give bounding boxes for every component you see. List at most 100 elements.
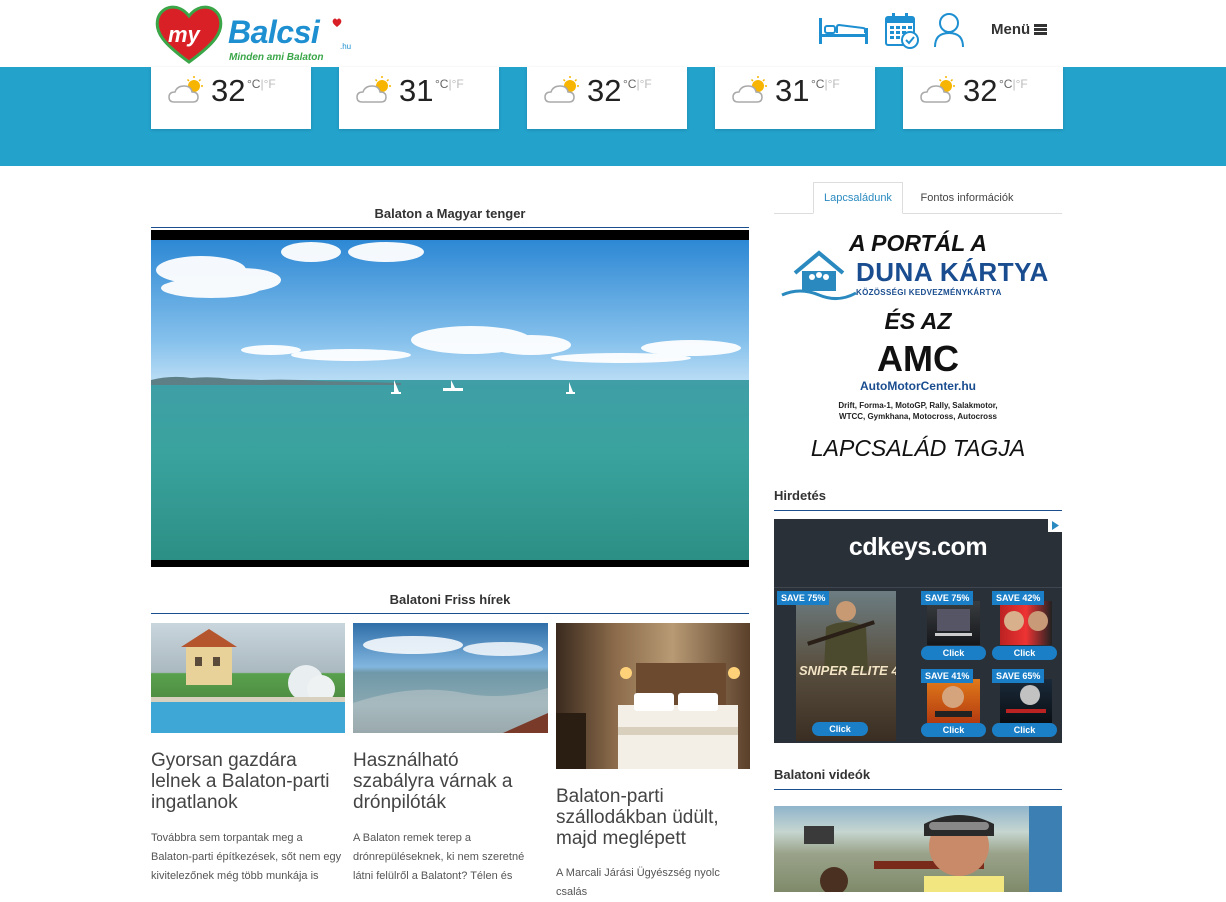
ad-game-title: SNIPER ELITE 4 [799, 663, 896, 678]
ad-section-title: Hirdetés [774, 488, 827, 503]
weather-card[interactable]: 31 °C|°F [339, 67, 499, 129]
news-title[interactable]: Használható szabályra várnak a drónpilóták [353, 750, 553, 813]
news-image-lake[interactable] [353, 623, 548, 733]
logo-brand-text: Balcsi [228, 14, 320, 50]
promo-tagja: LAPCSALÁD TAGJA [810, 435, 1026, 461]
news-image-hotel[interactable] [556, 623, 750, 769]
ad-click-button[interactable]: Click [921, 723, 986, 737]
ad-click-button[interactable]: Click [812, 722, 868, 736]
game-cover-icon [935, 686, 972, 717]
video-thumbnail[interactable] [774, 806, 1062, 892]
weather-unit-toggle[interactable]: °C|°F [999, 77, 1028, 91]
unit-fahrenheit[interactable]: °F [452, 77, 464, 91]
unit-celsius[interactable]: °C [999, 77, 1012, 91]
unit-celsius[interactable]: °C [811, 77, 824, 91]
partly-cloudy-icon [168, 76, 203, 103]
news-title-line: szabályra várnak a [353, 771, 513, 792]
promo-duna-subtitle: KÖZÖSSÉGI KEDVEZMÉNYKÁRTYA [856, 288, 1002, 297]
unit-celsius[interactable]: °C [623, 77, 636, 91]
weather-temperature: 32 [963, 73, 998, 108]
partner-promo-banner[interactable]: A PORTÁL A DUNA KÁRTYA KÖZÖSSÉGI KEDVEZM… [774, 225, 1062, 470]
duna-card-logo-icon [781, 250, 857, 300]
video-hills [151, 376, 401, 385]
hamburger-icon [1034, 24, 1048, 35]
game-cover-icon [1006, 685, 1046, 713]
unit-celsius[interactable]: °C [247, 77, 260, 91]
news-image-house[interactable] [151, 623, 345, 733]
aerial-lake-icon [353, 636, 548, 733]
weather-card[interactable]: 31 °C|°F [715, 67, 875, 129]
video-section-title: Balaton a Magyar tenger [374, 206, 526, 221]
news-excerpt-line: A Balaton remek terep a [353, 832, 472, 844]
section-divider [774, 789, 1062, 790]
ad-save-badge: SAVE 41% [921, 669, 974, 683]
weather-card[interactable]: 32 °C|°F [527, 67, 687, 129]
news-title-line: Gyorsan gazdára [151, 750, 297, 771]
news-title-line: szállodákban üdült, [556, 807, 719, 828]
ad-choices-icon[interactable] [1048, 519, 1062, 532]
video-sea [151, 380, 749, 560]
ad-click-button[interactable]: Click [992, 723, 1057, 737]
weather-unit-toggle[interactable]: °C|°F [811, 77, 840, 91]
unit-celsius[interactable]: °C [435, 77, 448, 91]
news-title-line: majd meglépett [556, 828, 686, 849]
ad-tile-sniper[interactable]: SNIPER ELITE 4 [796, 591, 896, 741]
calendar-check-icon[interactable] [885, 13, 919, 49]
sidebar-tabs: Lapcsaládunk Fontos információk [774, 182, 1062, 214]
menu-button[interactable]: Menü [991, 21, 1048, 38]
promo-amc-title: AMC [877, 338, 959, 379]
menu-label: Menü [991, 21, 1031, 38]
news-excerpt-line: A Marcali Járási Ügyészség nyolc csalás [556, 867, 720, 898]
site-logo[interactable]: my Balcsi .hu Minden ami Balaton [154, 4, 354, 64]
unit-fahrenheit[interactable]: °F [640, 77, 652, 91]
user-icon[interactable] [933, 12, 965, 48]
small-heart-icon [332, 18, 342, 27]
logo-tagline: Minden ami Balaton [229, 52, 324, 63]
video-boats [391, 380, 575, 394]
partly-cloudy-icon [920, 76, 955, 103]
tab-lapcsaladunk[interactable]: Lapcsaládunk [813, 182, 903, 214]
promo-duna-title: DUNA KÁRTYA [856, 257, 1049, 287]
weather-card[interactable]: 32 °C|°F [151, 67, 311, 129]
weather-unit-toggle[interactable]: °C|°F [435, 77, 464, 91]
ad-logo: cdkeys.com [848, 533, 988, 561]
news-title[interactable]: Gyorsan gazdára lelnek a Balaton-parti ing… [151, 750, 351, 813]
video-clouds [156, 242, 741, 363]
weather-unit-toggle[interactable]: °C|°F [247, 77, 276, 91]
news-title-line: Balaton-parti [556, 786, 664, 807]
ad-tile-f1[interactable] [1000, 601, 1052, 645]
section-divider [774, 510, 1062, 511]
news-excerpt: A Marcali Járási Ügyészség nyolc csalás [556, 864, 750, 902]
ad-tile-dying-light[interactable] [927, 601, 980, 645]
unit-fahrenheit[interactable]: °F [264, 77, 276, 91]
weather-temperature: 32 [211, 73, 246, 108]
news-excerpt-line: Továbbra sem torpantak meg a [151, 832, 303, 844]
bed-icon[interactable] [817, 16, 870, 46]
news-title-line: ingatlanok [151, 792, 238, 813]
weather-unit-toggle[interactable]: °C|°F [623, 77, 652, 91]
ad-click-button[interactable]: Click [921, 646, 986, 660]
video-people-icon [804, 806, 1062, 892]
unit-fahrenheit[interactable]: °F [1016, 77, 1028, 91]
ad-click-button[interactable]: Click [992, 646, 1057, 660]
weather-card[interactable]: 32 °C|°F [903, 67, 1063, 129]
house-pool-icon [151, 629, 345, 733]
ad-save-badge: SAVE 65% [992, 669, 1045, 683]
cdkeys-ad[interactable]: cdkeys.com SNIPER ELITE 4 SAVE 75% Click… [774, 519, 1062, 743]
weather-temperature: 32 [587, 73, 622, 108]
ad-save-badge: SAVE 75% [777, 591, 830, 605]
unit-fahrenheit[interactable]: °F [828, 77, 840, 91]
ad-tile-action[interactable] [1000, 679, 1052, 723]
promo-amc-url: AutoMotorCenter.hu [860, 379, 976, 393]
news-title[interactable]: Balaton-parti szállodákban üdült, majd meg… [556, 786, 750, 849]
news-excerpt: A Balaton remek terep a drónrepüléseknek,… [353, 829, 553, 886]
tab-fontos-informaciok[interactable]: Fontos információk [907, 182, 1027, 214]
game-cover-icon [935, 609, 972, 636]
news-section-title: Balatoni Friss hírek [389, 592, 511, 607]
section-divider [151, 227, 749, 228]
news-excerpt-line: látni felülről a Balatont? Télen és [353, 870, 513, 882]
ad-tile-racing[interactable] [927, 679, 980, 723]
weather-temperature: 31 [775, 73, 810, 108]
video-player[interactable] [151, 230, 749, 567]
news-title-line: drónpilóták [353, 792, 446, 813]
